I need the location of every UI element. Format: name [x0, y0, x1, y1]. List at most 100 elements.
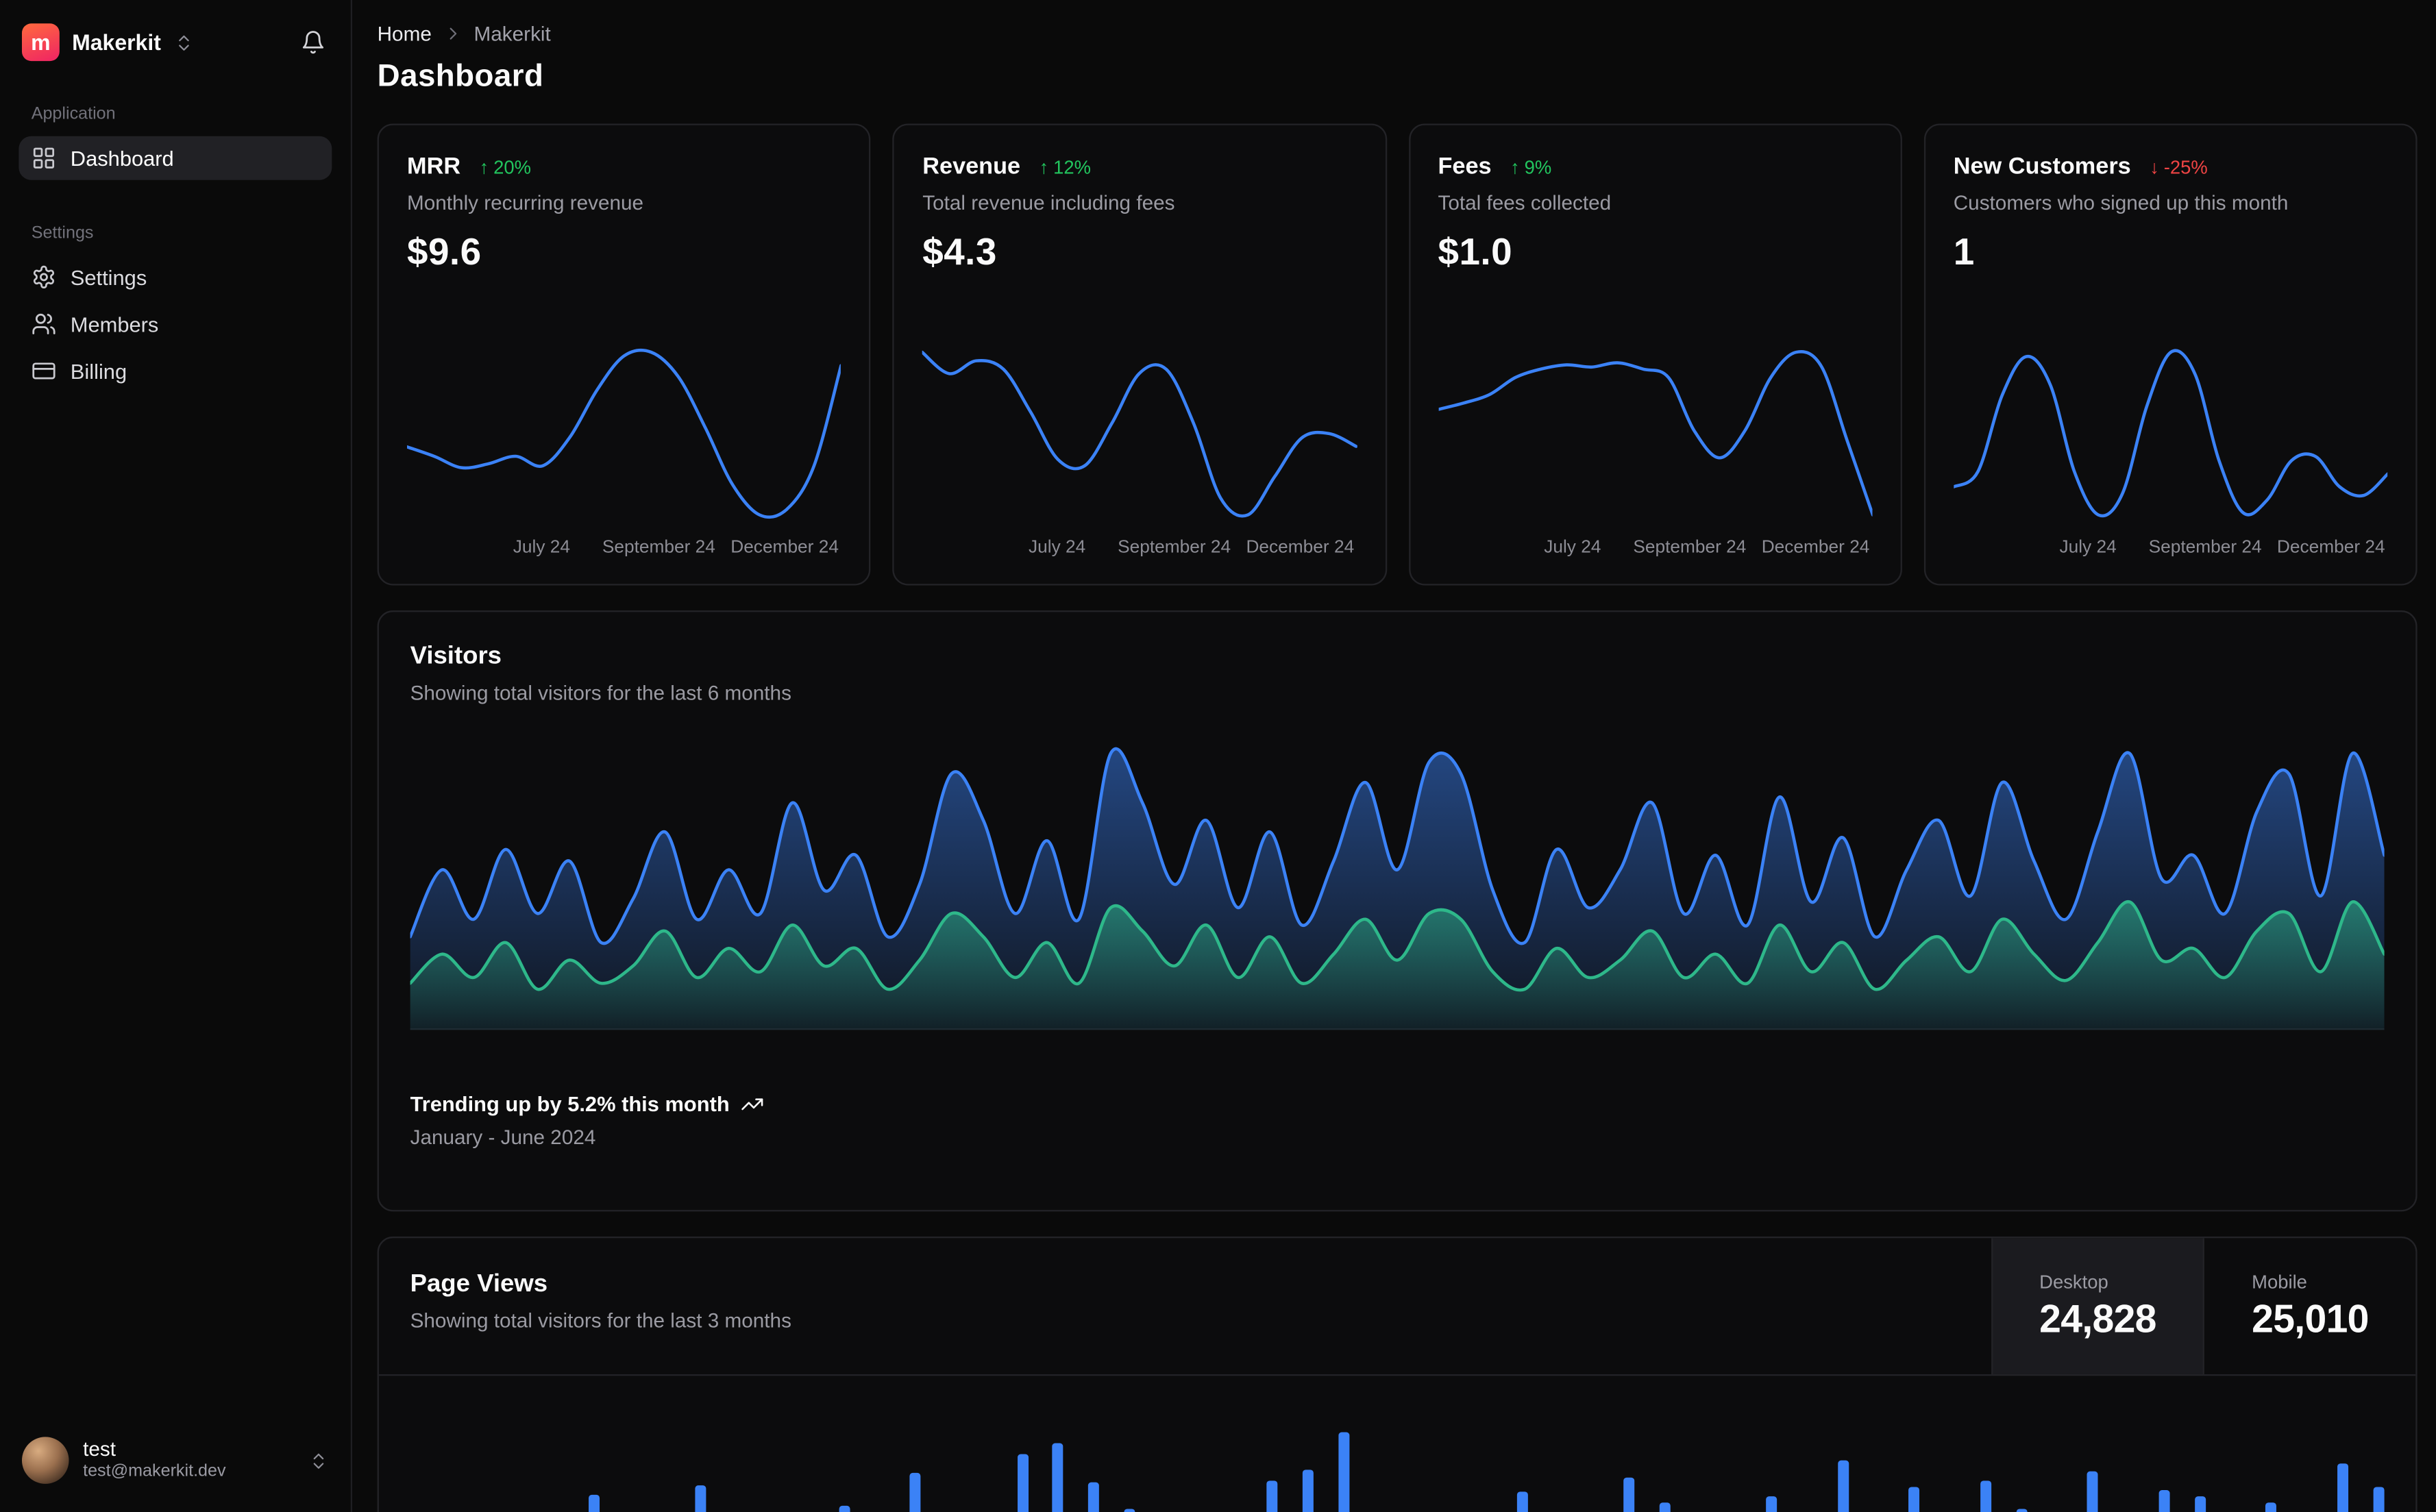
trend-up-icon: ↑ — [1039, 156, 1049, 178]
page-views-bar-chart — [379, 1376, 2415, 1512]
trend-up-icon: ↑ — [1510, 156, 1520, 178]
mobile-label: Mobile — [2252, 1270, 2307, 1293]
page-views-bar — [1088, 1482, 1100, 1512]
trend-value: 20% — [493, 156, 531, 178]
page-views-desktop-toggle[interactable]: Desktop 24,828 — [1991, 1238, 2204, 1374]
desktop-value: 24,828 — [2039, 1296, 2156, 1341]
page-views-bar — [909, 1472, 921, 1512]
trend-value: -25% — [2163, 156, 2208, 178]
page-views-bar — [1266, 1480, 1278, 1512]
breadcrumb-current: Makerkit — [473, 21, 551, 46]
page-views-bar — [1516, 1491, 1528, 1512]
new-customers-sparkline-chart: July 24 September 24 December 24 — [1954, 340, 2387, 565]
trend-value: 9% — [1524, 156, 1552, 178]
x-axis-label: September 24 — [602, 538, 715, 558]
sidebar-item-label: Settings — [70, 265, 147, 289]
page-views-bar — [1053, 1443, 1064, 1512]
x-axis-label: July 24 — [1028, 538, 1086, 558]
page-views-mobile-toggle[interactable]: Mobile 25,010 — [2203, 1238, 2415, 1374]
breadcrumb-home[interactable]: Home — [378, 22, 432, 45]
x-axis-label: December 24 — [1761, 538, 1870, 558]
page-views-card: Page Views Showing total visitors for th… — [377, 1236, 2417, 1512]
desktop-label: Desktop — [2039, 1270, 2108, 1293]
trend-down-icon: ↓ — [2150, 156, 2159, 178]
stat-title: Revenue — [922, 153, 1021, 180]
fees-sparkline-chart: July 24 September 24 December 24 — [1438, 340, 1871, 565]
sidebar: m Makerkit Application Dashboard Setting… — [0, 0, 353, 1512]
stat-card-revenue: Revenue ↑ 12% Total revenue including fe… — [892, 123, 1387, 586]
page-views-bar — [1659, 1502, 1671, 1512]
stat-value: $9.6 — [407, 232, 482, 274]
makerkit-logo: m — [21, 23, 60, 62]
x-axis-label: December 24 — [2276, 538, 2385, 558]
section-label-application: Application — [31, 105, 116, 124]
sidebar-item-members[interactable]: Members — [19, 302, 332, 346]
stat-title: Fees — [1438, 153, 1492, 180]
notifications-bell-icon[interactable] — [295, 23, 332, 61]
stat-subtitle: Total revenue including fees — [922, 190, 1175, 215]
sidebar-item-label: Billing — [70, 359, 127, 383]
mrr-sparkline-chart: July 24 September 24 December 24 — [407, 340, 841, 565]
stat-card-mrr: MRR ↑ 20% Monthly recurring revenue $9.6… — [377, 123, 871, 586]
x-axis-label: September 24 — [2148, 538, 2262, 558]
stat-card-fees: Fees ↑ 9% Total fees collected $1.0 July… — [1408, 123, 1902, 586]
page-views-bar — [1124, 1509, 1135, 1512]
x-axis-label: September 24 — [1118, 538, 1231, 558]
x-axis-label: July 24 — [2059, 538, 2117, 558]
trend-value: 12% — [1053, 156, 1092, 178]
page-views-bar — [2158, 1490, 2170, 1512]
workspace-selector[interactable]: m Makerkit — [19, 21, 197, 64]
revenue-sparkline-chart: July 24 September 24 December 24 — [922, 340, 1356, 565]
stat-value: $1.0 — [1438, 232, 1513, 274]
page-views-bar — [696, 1485, 707, 1512]
x-axis-label: July 24 — [1544, 538, 1601, 558]
page-views-bar — [2016, 1509, 2028, 1512]
sidebar-item-settings[interactable]: Settings — [19, 255, 332, 299]
trend-up-icon: ↑ — [479, 156, 489, 178]
visitors-subtitle: Showing total visitors for the last 6 mo… — [410, 680, 791, 705]
main-content: Home Makerkit Dashboard MRR ↑ 20% Monthl… — [352, 0, 2436, 1512]
page-views-bar — [2373, 1487, 2385, 1512]
chevrons-up-down-icon — [178, 34, 189, 50]
chevrons-up-down-icon — [313, 1452, 324, 1468]
page-views-bar — [2087, 1471, 2099, 1512]
page-views-bar — [2265, 1502, 2277, 1512]
page-views-bar — [1302, 1470, 1314, 1512]
chevron-right-icon — [449, 27, 456, 40]
mobile-value: 25,010 — [2252, 1296, 2369, 1341]
user-menu[interactable]: test test@makerkit.dev — [19, 1430, 332, 1490]
visitors-trend-text: Trending up by 5.2% this month — [410, 1092, 730, 1116]
gear-icon — [33, 265, 55, 288]
page-views-bar — [1017, 1454, 1029, 1512]
visitors-title: Visitors — [410, 643, 502, 670]
stat-value: $4.3 — [922, 232, 997, 274]
x-axis-label: July 24 — [513, 538, 570, 558]
trend-badge: ↑ 20% — [480, 156, 531, 177]
page-views-bar — [1623, 1477, 1635, 1512]
page-views-title: Page Views — [410, 1271, 548, 1298]
page-views-bar — [1766, 1496, 1777, 1512]
page-views-bar — [1980, 1480, 1992, 1512]
page-views-bar — [1837, 1460, 1849, 1512]
page-views-subtitle: Showing total visitors for the last 3 mo… — [410, 1309, 791, 1333]
stat-title: MRR — [407, 153, 461, 180]
visitors-card: Visitors Showing total visitors for the … — [377, 610, 2417, 1212]
users-icon — [32, 313, 56, 335]
page-views-bar — [2337, 1463, 2349, 1512]
x-axis-label: December 24 — [1246, 538, 1355, 558]
trending-up-icon — [741, 1098, 763, 1111]
x-axis-label: December 24 — [730, 538, 839, 558]
page-views-bar — [589, 1494, 600, 1512]
stat-subtitle: Monthly recurring revenue — [407, 190, 644, 215]
trend-badge: ↑ 12% — [1039, 156, 1091, 177]
credit-card-icon — [32, 362, 56, 380]
page-views-bar — [1909, 1487, 1921, 1512]
stat-title: New Customers — [1953, 153, 2131, 180]
sidebar-item-billing[interactable]: Billing — [19, 349, 332, 393]
user-email: test@makerkit.dev — [83, 1462, 226, 1481]
page-title: Dashboard — [377, 59, 544, 95]
sidebar-item-dashboard[interactable]: Dashboard — [19, 136, 332, 180]
user-name: test — [83, 1437, 116, 1461]
visitors-date-range: January - June 2024 — [410, 1125, 596, 1149]
breadcrumb: Home Makerkit — [378, 22, 2417, 45]
